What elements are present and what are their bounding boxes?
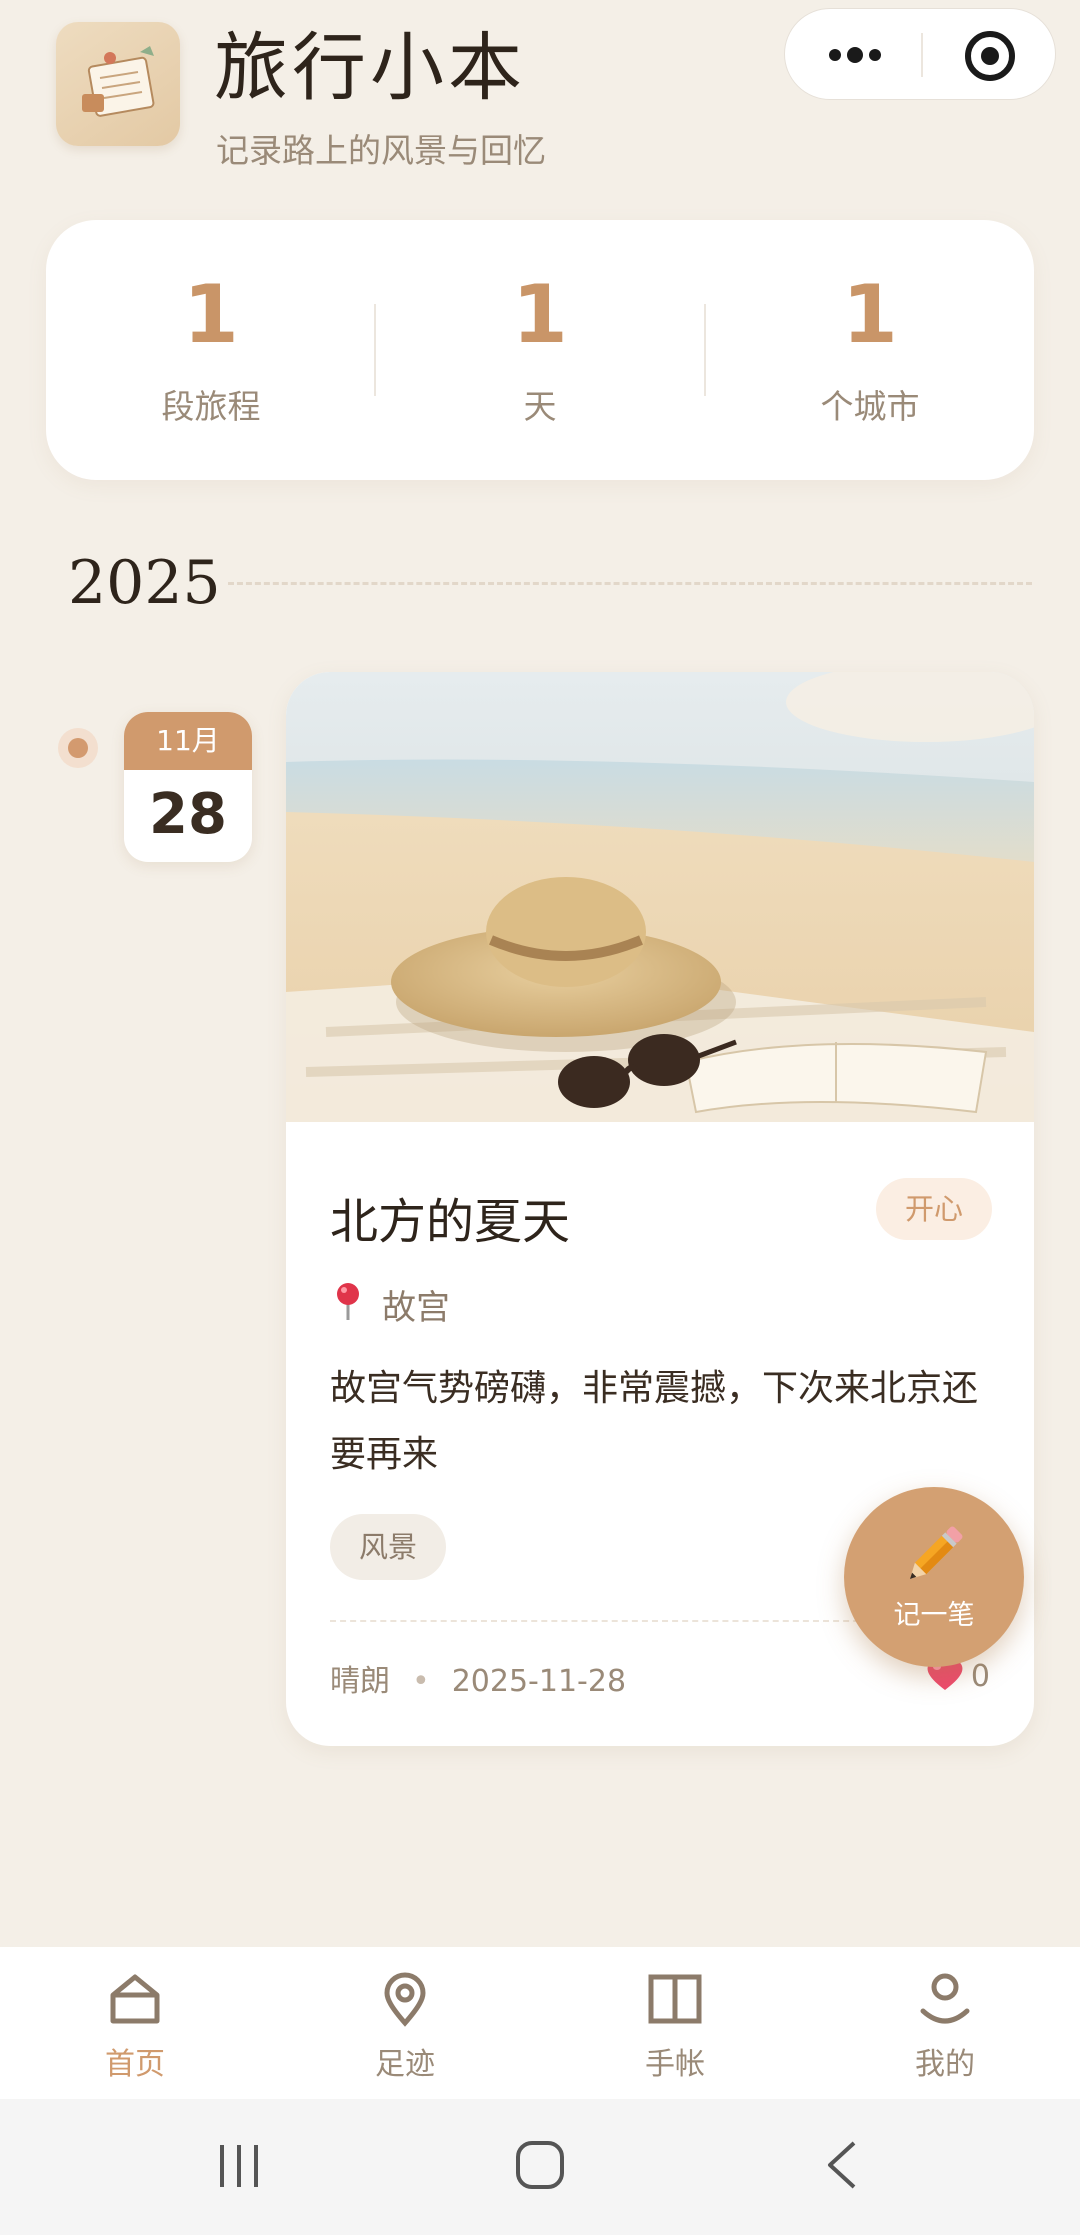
stat-days: 1 天: [375, 220, 705, 480]
tab-profile[interactable]: 我的: [810, 1947, 1080, 2099]
entry-meta: 晴朗 • 2025-11-28: [330, 1656, 626, 1700]
stat-cities-value: 1: [842, 268, 898, 361]
entry-date: 2025-11-28: [451, 1664, 627, 1699]
tab-footprints-label: 足迹: [375, 2047, 435, 2082]
map-pin-icon: [337, 1283, 359, 1320]
stat-trips: 1 段旅程: [46, 220, 376, 480]
weather: 晴朗: [330, 1664, 390, 1699]
year-divider: [228, 582, 1032, 585]
entry-body: 故宫气势磅礴，非常震撼，下次来北京还要再来: [330, 1368, 979, 1475]
stat-trips-label: 段旅程: [161, 387, 261, 426]
entry-title: 北方的夏天: [330, 1194, 571, 1250]
mood-tag: 开心: [876, 1178, 992, 1240]
stats-card: 1 段旅程 1 天 1 个城市: [46, 220, 1034, 480]
back-icon[interactable]: [822, 2139, 862, 2191]
recent-apps-icon[interactable]: [214, 2141, 264, 2191]
target-icon[interactable]: [963, 29, 1017, 83]
stat-cities: 1 个城市: [705, 220, 1035, 480]
pencil-icon: [909, 1526, 963, 1580]
app-subtitle: 记录路上的风景与回忆: [216, 131, 546, 170]
new-entry-label: 记一笔: [893, 1600, 975, 1631]
tab-home-label: 首页: [105, 2047, 165, 2082]
travel-journal-icon: [82, 46, 155, 117]
meta-separator: •: [412, 1664, 430, 1699]
book-icon: [648, 1974, 702, 2024]
stat-days-label: 天: [523, 387, 557, 426]
year-heading: 2025: [68, 548, 221, 618]
date-badge: 11月 28: [124, 712, 252, 862]
new-entry-button[interactable]: 记一笔: [844, 1487, 1024, 1667]
topic-tag[interactable]: 风景: [330, 1514, 446, 1580]
home-icon: [110, 1974, 160, 2024]
date-day: 28: [149, 782, 227, 847]
tab-footprints[interactable]: 足迹: [270, 1947, 540, 2099]
more-dots-icon[interactable]: [825, 35, 885, 75]
tab-journal[interactable]: 手帐: [540, 1947, 810, 2099]
tab-journal-label: 手帐: [645, 2047, 705, 2082]
capsule-divider: [921, 33, 923, 77]
home-nav-icon[interactable]: [514, 2139, 566, 2191]
stat-days-value: 1: [512, 268, 568, 361]
like-count: 0: [970, 1659, 990, 1694]
app-logo: [56, 22, 180, 146]
tab-home[interactable]: 首页: [0, 1947, 270, 2099]
bottom-tab-bar: 首页 足迹 手帐 我的: [0, 1947, 1080, 2099]
profile-icon: [920, 1973, 970, 2024]
beach-straw-hat-image: [286, 672, 1034, 1122]
system-nav-bar: [0, 2099, 1080, 2235]
stat-trips-value: 1: [183, 268, 239, 361]
app-title: 旅行小本: [214, 25, 526, 111]
date-month: 11月: [124, 712, 252, 770]
location-name: 故宫: [382, 1288, 450, 1328]
timeline-dot: [58, 728, 98, 768]
mini-program-capsule: [784, 8, 1056, 100]
tab-profile-label: 我的: [915, 2047, 975, 2082]
stat-cities-label: 个城市: [820, 387, 920, 426]
location-icon: [384, 1972, 426, 2027]
